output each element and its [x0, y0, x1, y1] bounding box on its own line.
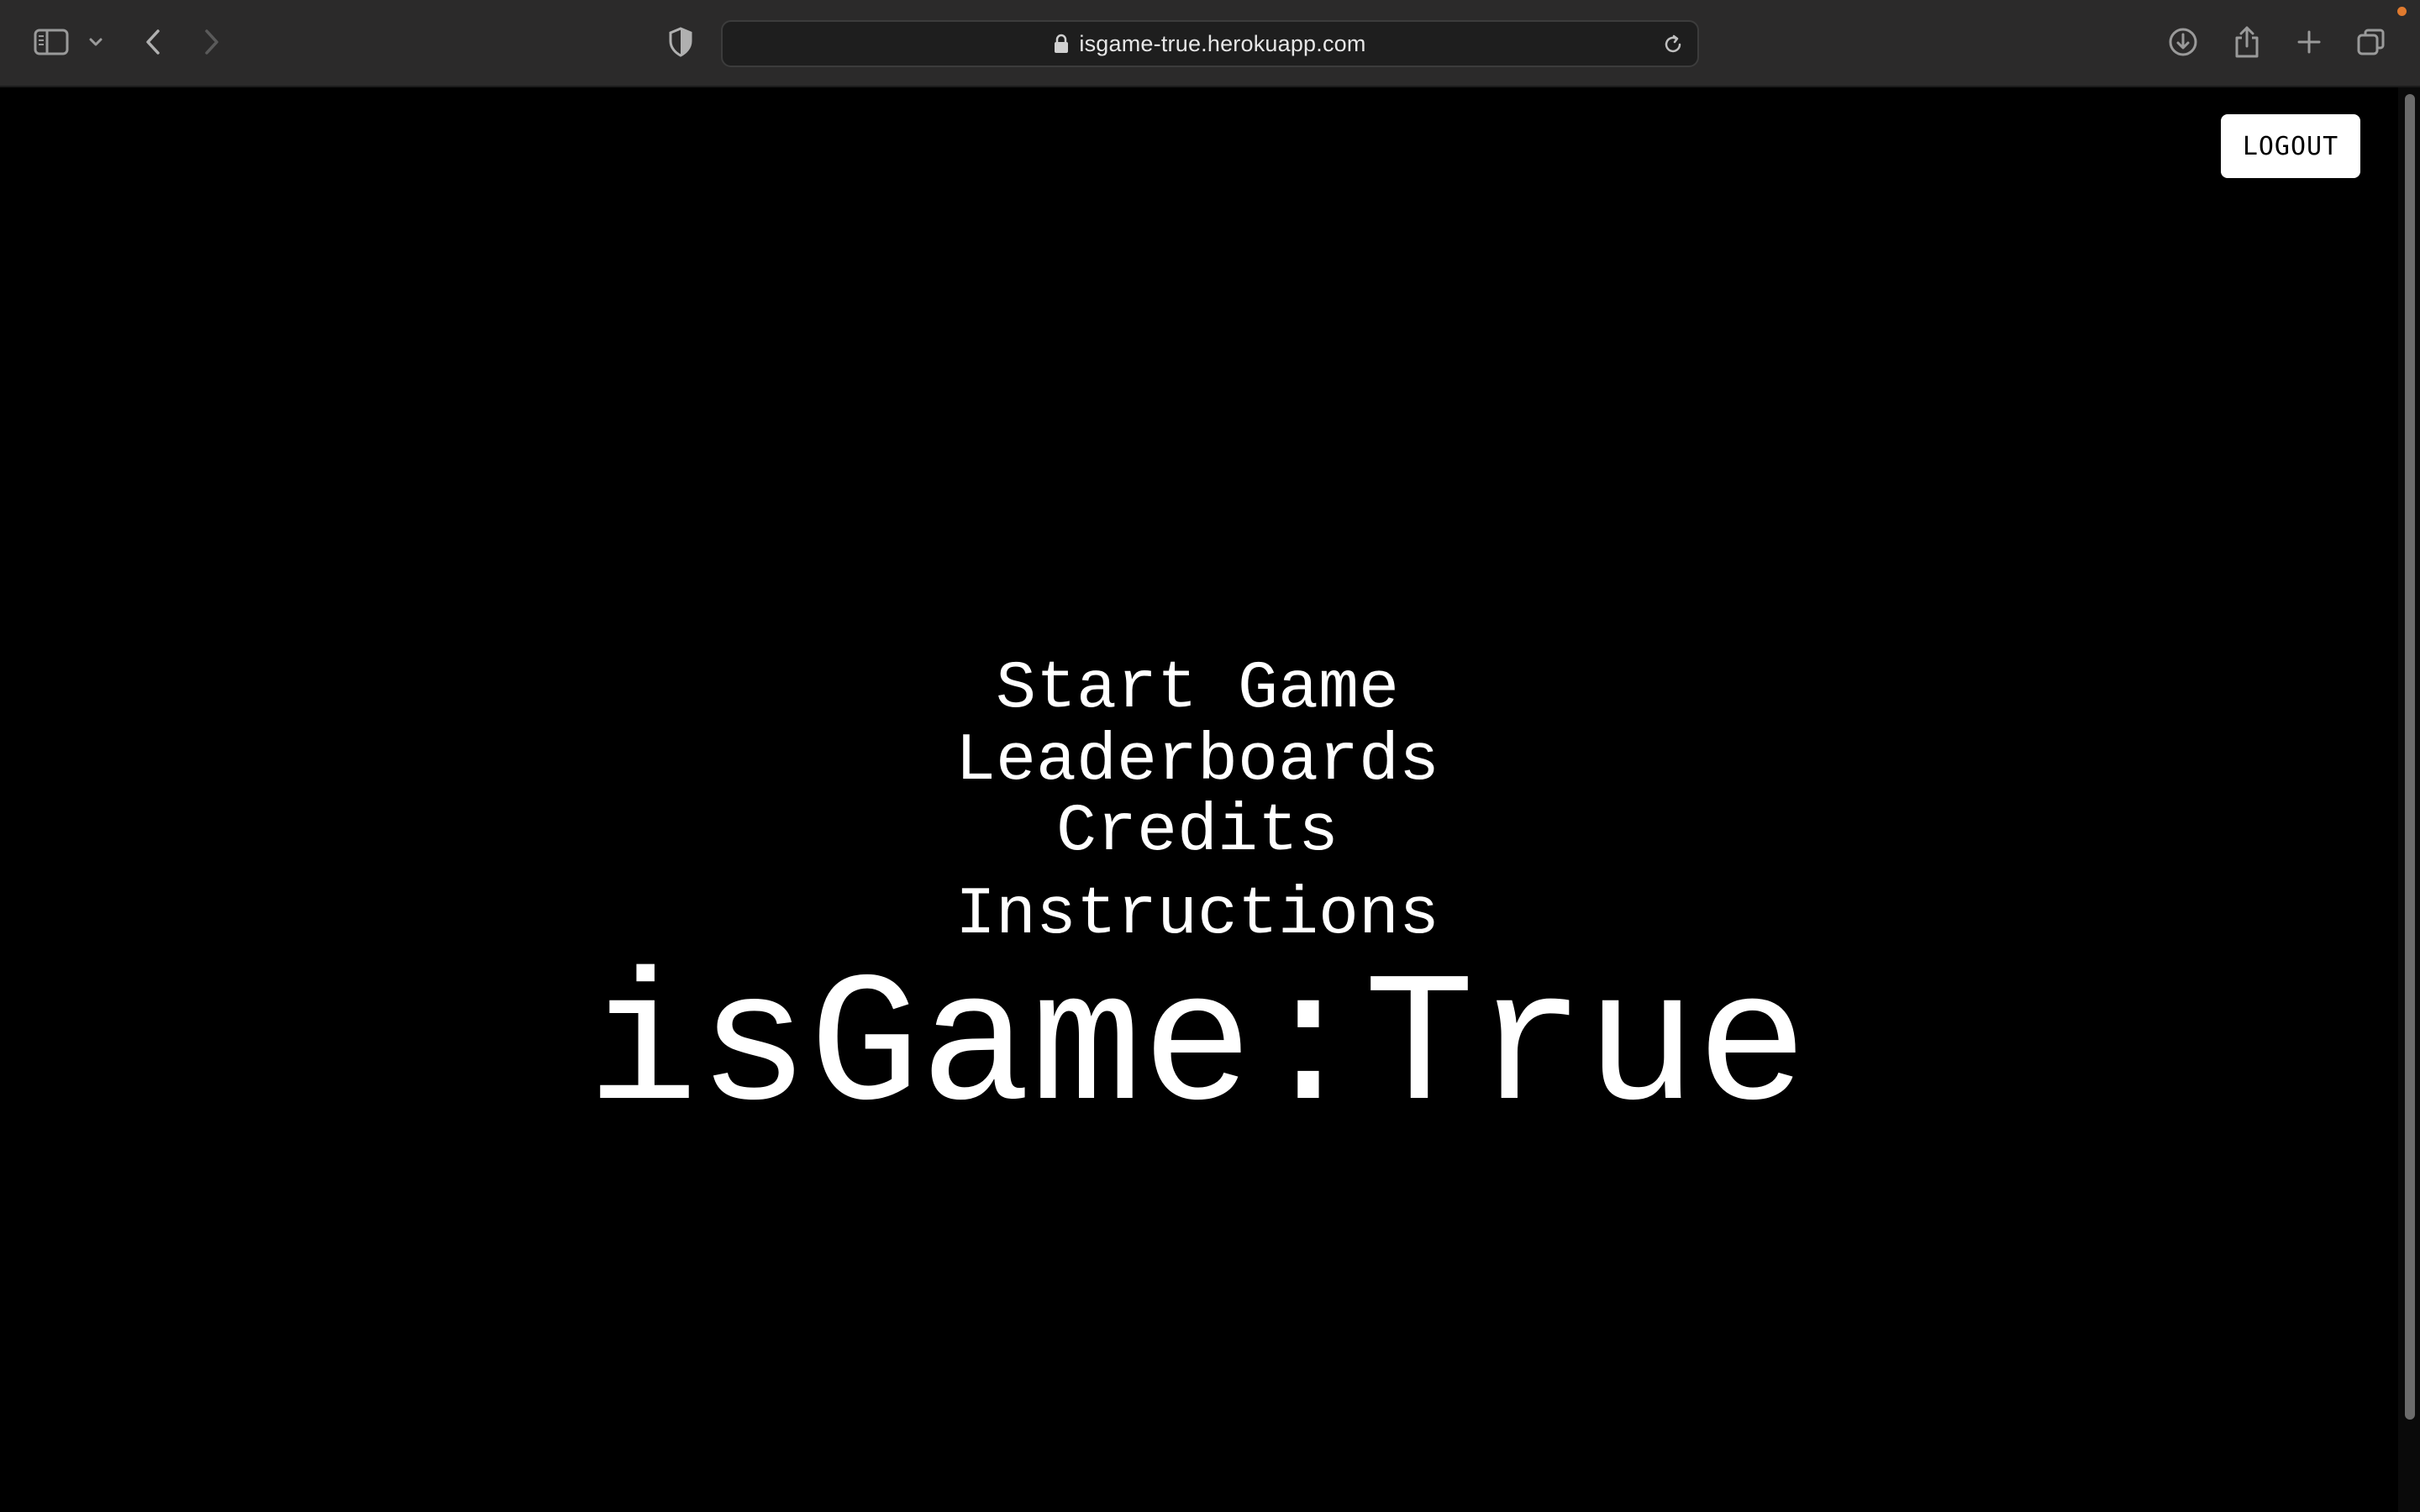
- address-bar[interactable]: isgame-true.herokuapp.com: [721, 20, 1699, 67]
- chevron-down-icon[interactable]: [86, 32, 106, 52]
- lock-icon: [1054, 34, 1069, 54]
- leaderboards-link[interactable]: Leaderboards: [0, 728, 2395, 795]
- download-icon[interactable]: [2166, 25, 2200, 59]
- tabs-icon[interactable]: [2354, 25, 2388, 59]
- share-icon[interactable]: [2230, 24, 2264, 60]
- browser-toolbar: isgame-true.herokuapp.com: [0, 0, 2420, 87]
- credits-link[interactable]: Credits: [0, 799, 2395, 866]
- plus-icon[interactable]: [2292, 25, 2326, 59]
- logout-button[interactable]: LOGOUT: [2221, 114, 2360, 178]
- shield-icon[interactable]: [664, 25, 697, 59]
- sidebar-icon[interactable]: [32, 25, 71, 59]
- chevron-right-icon[interactable]: [198, 25, 225, 59]
- url-text: isgame-true.herokuapp.com: [1079, 30, 1366, 56]
- reload-icon[interactable]: [1660, 32, 1686, 57]
- start-game-link[interactable]: Start Game: [0, 656, 2395, 723]
- instructions-link[interactable]: Instructions: [0, 882, 2395, 949]
- notification-dot: [2397, 7, 2407, 16]
- scrollbar-thumb[interactable]: [2405, 94, 2415, 1420]
- chevron-left-icon[interactable]: [139, 25, 166, 59]
- game-title: isGame:True: [587, 945, 1808, 1154]
